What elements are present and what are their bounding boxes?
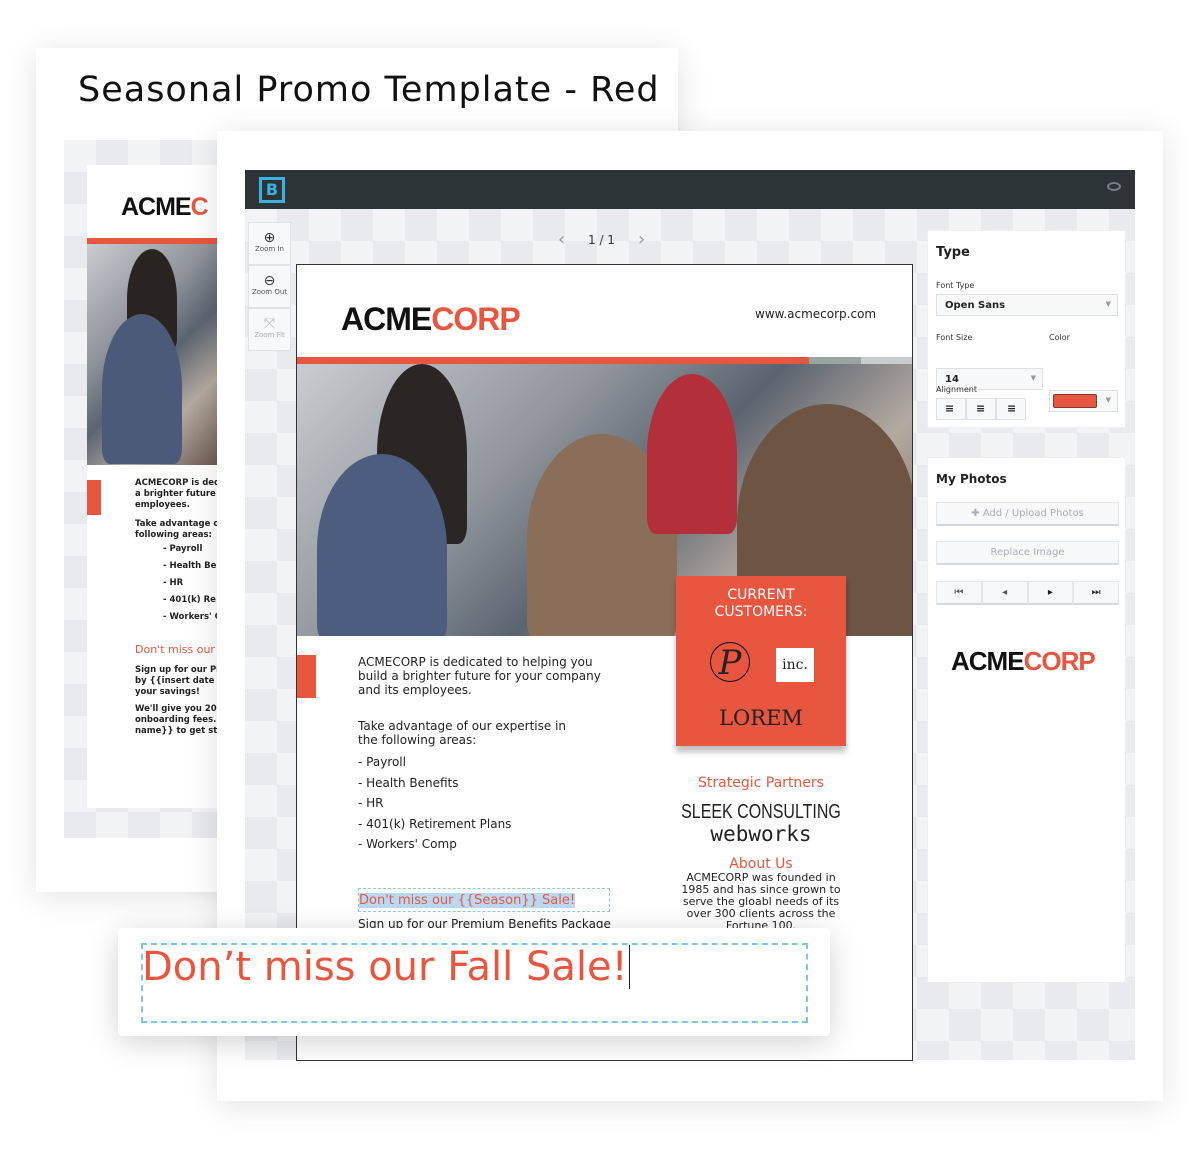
partner-webworks: webworks xyxy=(710,822,812,846)
promo-input-text: Don’t miss our Fall Sale! xyxy=(142,944,628,990)
preview-accent xyxy=(87,480,101,515)
editor-topbar: B xyxy=(245,170,1135,209)
doc-accent xyxy=(297,655,316,698)
zoom-in-icon: ⊕ xyxy=(263,230,276,246)
app-logo[interactable]: B xyxy=(259,177,285,203)
customers-box: CURRENT CUSTOMERS: P inc. LOREM xyxy=(676,576,846,746)
type-panel: Type Font Type Open Sans ▼ Font Size 14 ▼ … xyxy=(927,230,1126,428)
zoom-out-button[interactable]: ⊖ Zoom Out xyxy=(248,265,291,308)
doc-logo: ACMECORP xyxy=(341,301,521,337)
plus-icon: ✚ xyxy=(971,508,983,519)
prev-page-button[interactable]: ‹ xyxy=(558,229,565,250)
zoom-fit-icon: ⤧ xyxy=(263,316,276,332)
doc-url[interactable]: www.acmecorp.com xyxy=(755,307,876,321)
preview-photo xyxy=(87,244,217,465)
next-icon[interactable]: ▸ xyxy=(1027,581,1074,605)
color-select[interactable]: ▼ xyxy=(1049,390,1118,412)
customers-title: CURRENT CUSTOMERS: xyxy=(714,587,808,620)
zoom-toolbar: ⊕ Zoom In ⊖ Zoom Out ⤧ Zoom Fit xyxy=(248,222,291,351)
font-size-label: Font Size xyxy=(936,333,973,342)
photos-panel: My Photos ✚ Add / Upload Photos Replace … xyxy=(927,457,1126,983)
type-title: Type xyxy=(936,245,970,260)
zoom-in-button[interactable]: ⊕ Zoom In xyxy=(248,222,291,265)
zoom-fit-button[interactable]: ⤧ Zoom Fit xyxy=(248,308,291,351)
doc-intro[interactable]: ACMECORP is dedicated to helping you bui… xyxy=(358,655,613,697)
replace-image-button[interactable]: Replace Image xyxy=(936,541,1119,565)
text-cursor xyxy=(628,945,630,989)
chevron-down-icon: ▼ xyxy=(1105,300,1111,308)
font-type-select[interactable]: Open Sans ▼ xyxy=(936,294,1118,316)
photos-title: My Photos xyxy=(936,472,1007,486)
template-preview-page: ACMEC ACMECORP is ded a brighter future f… xyxy=(87,165,217,808)
customer-logo-inc: inc. xyxy=(776,648,814,682)
about-text[interactable]: ACMECORP was founded in 1985 and has sin… xyxy=(661,872,861,932)
align-left-icon[interactable]: ≡ xyxy=(936,398,966,420)
zoom-out-icon: ⊖ xyxy=(263,273,276,289)
last-icon[interactable]: ⏭ xyxy=(1073,581,1119,605)
doc-red-bar xyxy=(297,357,809,364)
doc-expertise[interactable]: Take advantage of our expertise in the f… xyxy=(358,719,588,747)
color-swatch xyxy=(1053,394,1097,408)
doc-promo-text: Don't miss our {{Season}} Sale! xyxy=(359,893,576,908)
promo-text-input[interactable]: Don’t miss our Fall Sale! xyxy=(141,943,808,1023)
preview-text: ACMECORP is ded a brighter future f employ… xyxy=(135,478,217,736)
color-label: Color xyxy=(1049,333,1070,342)
page-indicator: 1 / 1 xyxy=(588,233,615,247)
doc-services-list[interactable]: - Payroll - Health Benefits - HR - 401(k) R… xyxy=(358,752,511,855)
about-title[interactable]: About Us xyxy=(661,856,861,872)
first-icon[interactable]: ⏮ xyxy=(936,581,982,605)
eye-icon[interactable] xyxy=(1107,182,1121,191)
customer-logo-p: P xyxy=(710,642,750,683)
template-title: Seasonal Promo Template - Red xyxy=(78,70,660,110)
chevron-down-icon: ▼ xyxy=(1030,374,1036,382)
doc-promo-field[interactable]: Don't miss our {{Season}} Sale! xyxy=(358,888,610,912)
prev-icon[interactable]: ◂ xyxy=(981,581,1028,605)
alignment-label: Alignment xyxy=(936,385,977,394)
preview-logo: ACMEC xyxy=(121,193,209,221)
align-center-icon[interactable]: ≡ xyxy=(966,398,996,420)
add-upload-photos-button[interactable]: ✚ Add / Upload Photos xyxy=(936,502,1119,526)
align-right-icon[interactable]: ≡ xyxy=(996,398,1026,420)
partner-sleek: SLEEK CONSULTING xyxy=(681,801,841,823)
next-page-button[interactable]: › xyxy=(638,229,645,250)
photo-thumbnail-logo[interactable]: ACMECORP xyxy=(951,646,1096,677)
customer-logo-lorem: LOREM xyxy=(719,706,803,730)
partners-title[interactable]: Strategic Partners xyxy=(661,775,861,791)
font-type-label: Font Type xyxy=(936,281,975,290)
edit-overlay: Don’t miss our Fall Sale! xyxy=(118,928,830,1036)
